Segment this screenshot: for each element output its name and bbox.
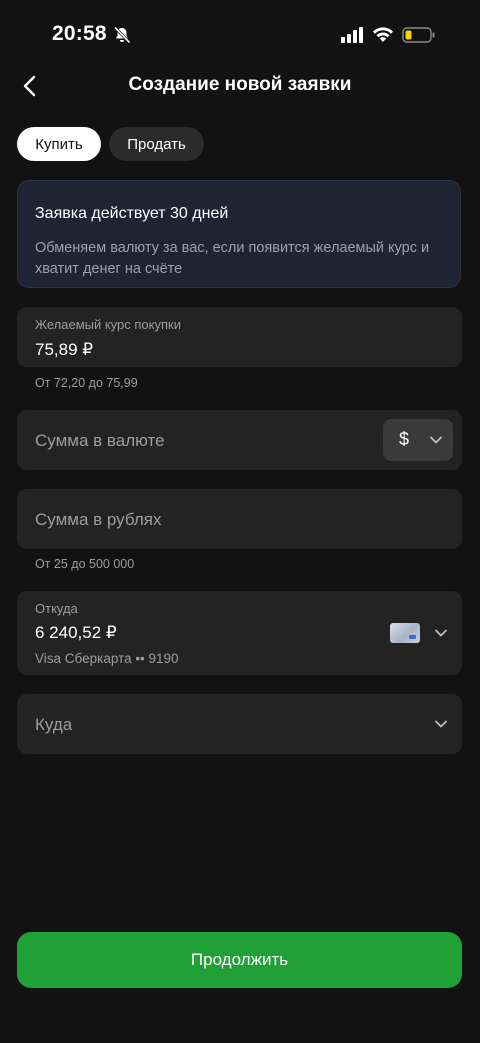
- currency-amount-field[interactable]: Сумма в валюте $: [17, 410, 462, 470]
- currency-amount-placeholder: Сумма в валюте: [35, 431, 165, 450]
- bell-muted-icon: [113, 26, 131, 44]
- rub-amount-field[interactable]: Сумма в рублях: [17, 489, 462, 549]
- chevron-down-icon: [435, 720, 447, 728]
- currency-symbol: $: [399, 429, 410, 449]
- chevron-down-icon: [430, 436, 442, 444]
- info-card: Заявка действует 30 дней Обменяем валюту…: [17, 180, 461, 288]
- info-title: Заявка действует 30 дней: [35, 205, 229, 222]
- from-label: Откуда: [35, 601, 78, 616]
- from-amount: 6 240,52 ₽: [35, 623, 117, 642]
- wifi-icon: [373, 27, 393, 42]
- cellular-signal-icon: [341, 27, 363, 43]
- rate-label: Желаемый курс покупки: [35, 317, 181, 332]
- rate-value: 75,89 ₽: [35, 340, 94, 359]
- battery-icon: [402, 27, 435, 43]
- currency-select[interactable]: $: [383, 419, 453, 461]
- rub-amount-placeholder: Сумма в рублях: [35, 510, 162, 529]
- bank-card-icon: [390, 623, 420, 643]
- status-time: 20:58: [52, 22, 107, 45]
- rate-field[interactable]: Желаемый курс покупки 75,89 ₽: [17, 307, 462, 367]
- from-account-field[interactable]: Откуда 6 240,52 ₽ Visa Сберкарта •• 9190: [17, 591, 462, 675]
- tab-sell[interactable]: Продать: [109, 127, 204, 161]
- to-placeholder: Куда: [35, 715, 73, 734]
- from-card-name: Visa Сберкарта •• 9190: [35, 651, 179, 666]
- to-account-field[interactable]: Куда: [17, 694, 462, 754]
- tab-buy[interactable]: Купить: [17, 127, 101, 161]
- rate-hint: От 72,20 до 75,99: [35, 376, 138, 390]
- continue-button[interactable]: Продолжить: [17, 932, 462, 988]
- header: Создание новой заявки: [0, 60, 480, 112]
- page-title: Создание новой заявки: [128, 74, 352, 95]
- chevron-down-icon: [435, 629, 447, 637]
- info-description: Обменяем валюту за вас, если появится же…: [35, 240, 430, 277]
- rub-amount-hint: От 25 до 500 000: [35, 557, 135, 571]
